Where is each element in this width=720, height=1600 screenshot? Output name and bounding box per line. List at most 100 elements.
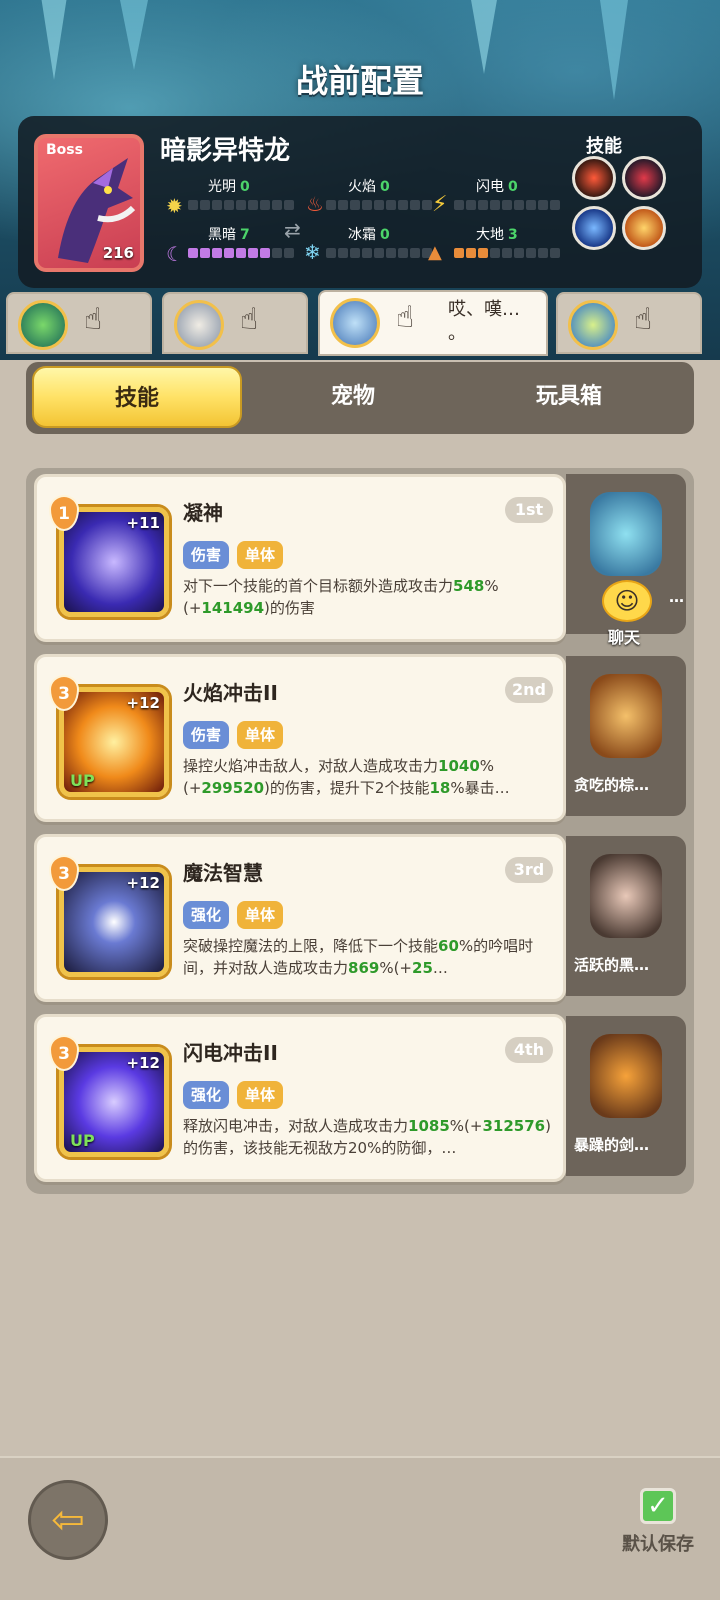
element-bar-segment — [538, 200, 548, 210]
pet-slot-3[interactable]: 活跃的黑… — [566, 836, 686, 996]
element-bar-segment — [386, 248, 396, 258]
main-tab-bar: 技能 宠物 玩具箱 — [26, 362, 694, 434]
element-lightning: 闪电 0 — [476, 179, 518, 195]
chat-icon[interactable]: ☺ — [602, 580, 652, 622]
boss-tag: Boss — [46, 142, 83, 158]
pet-name: 贪吃的棕… — [574, 776, 650, 794]
element-bar-segment — [248, 248, 258, 258]
default-save-checkbox[interactable]: ✓ — [640, 1488, 676, 1524]
pet-icon — [590, 854, 662, 938]
element-bar-segment — [188, 200, 198, 210]
element-bar-segment — [422, 200, 432, 210]
element-bar-segment — [490, 200, 500, 210]
element-lightning-bar — [454, 200, 560, 210]
fire-icon: ♨ — [306, 192, 324, 216]
boss-name: 暗影异特龙 — [160, 136, 291, 166]
skill-tag: 伤害 — [183, 541, 230, 569]
boss-info-panel: Boss 216 暗影异特龙 光明 0 ✹ 火焰 0 ♨ 闪电 0 ⚡ 黑暗 7 ☾ 冰… — [18, 116, 702, 288]
element-bar-segment — [338, 200, 348, 210]
element-bar-segment — [374, 200, 384, 210]
element-fire: 火焰 0 — [348, 179, 390, 195]
element-earth: 大地 3 — [476, 227, 518, 243]
element-bar-segment — [454, 200, 464, 210]
hero-tab-4[interactable]: ☝ — [556, 292, 702, 354]
skill-name: 火焰冲击II — [183, 681, 278, 705]
back-button[interactable]: ⇦ — [28, 1480, 108, 1560]
element-bar-segment — [350, 248, 360, 258]
tab-skills[interactable]: 技能 — [32, 366, 242, 428]
element-bar-segment — [550, 200, 560, 210]
bottom-bar — [0, 1456, 720, 1600]
tap-hand-icon: ☝ — [240, 302, 259, 337]
element-bar-segment — [236, 200, 246, 210]
pet-name: 活跃的黑… — [574, 956, 650, 974]
element-bar-segment — [212, 248, 222, 258]
element-bar-segment — [454, 248, 464, 258]
tap-hand-icon: ☝ — [396, 300, 415, 335]
hero-avatar — [174, 300, 224, 350]
bite-icon[interactable] — [572, 156, 616, 200]
skill-card[interactable]: +12 UP 3 火焰冲击II 2nd 伤害 单体 操控火焰冲击敌人，对敌人造成… — [34, 654, 566, 822]
skill-card[interactable]: +11 1 凝神 1st 伤害 单体 对下一个技能的首个目标额外造成攻击力548… — [34, 474, 566, 642]
chat-label[interactable]: 聊天 — [608, 624, 640, 648]
hero-tab-1[interactable]: ☝ — [6, 292, 152, 354]
skill-description: 对下一个技能的首个目标额外造成攻击力548%(+141494)的伤害 — [183, 577, 499, 617]
element-bar-segment — [272, 200, 282, 210]
skill-order: 2nd — [505, 677, 553, 703]
skill-level: +12 — [126, 694, 160, 712]
element-bar-segment — [550, 248, 560, 258]
element-bar-segment — [502, 248, 512, 258]
pet-name: 暴躁的剑… — [574, 1136, 650, 1154]
check-icon: ✓ — [647, 1491, 669, 1521]
element-bar-segment — [478, 200, 488, 210]
element-frost: 冰霜 0 — [348, 227, 390, 243]
element-bar-segment — [200, 200, 210, 210]
element-bar-segment — [398, 248, 408, 258]
tab-pets[interactable]: 宠物 — [248, 366, 458, 428]
page-title: 战前配置 — [295, 62, 424, 100]
hero-tab-3[interactable]: ☝ 哎、嘆… 。 — [318, 290, 548, 356]
element-bar-segment — [224, 248, 234, 258]
skill-order: 3rd — [505, 857, 553, 883]
skill-order: 1st — [505, 497, 553, 523]
element-light: 光明 0 — [208, 179, 250, 195]
lightning-icon: ⚡ — [432, 192, 448, 217]
default-save-label[interactable]: 默认保存 — [622, 1530, 694, 1556]
skill-tag: 伤害 — [183, 721, 230, 749]
hero-tab-2[interactable]: ☝ — [162, 292, 308, 354]
skill-card[interactable]: +12 UP 3 闪电冲击II 4th 强化 单体 释放闪电冲击，对敌人造成攻击… — [34, 1014, 566, 1182]
hero-avatar — [568, 300, 618, 350]
tab-toybox[interactable]: 玩具箱 — [464, 366, 674, 428]
skill-card[interactable]: +12 3 魔法智慧 3rd 强化 单体 突破操控魔法的上限，降低下一个技能60… — [34, 834, 566, 1002]
element-bar-segment — [538, 248, 548, 258]
boss-portrait[interactable]: Boss 216 — [34, 134, 144, 272]
element-bar-segment — [284, 200, 294, 210]
lightning-orb-icon[interactable] — [572, 206, 616, 250]
skill-order: 4th — [505, 1037, 553, 1063]
pet-icon — [590, 674, 662, 758]
element-bar-segment — [514, 200, 524, 210]
element-bar-segment — [188, 248, 198, 258]
element-bar-segment — [478, 248, 488, 258]
skill-tag: 强化 — [183, 901, 230, 929]
snowflake-icon: ❄ — [304, 240, 321, 264]
pet-slot-2[interactable]: 贪吃的棕… — [566, 656, 686, 816]
element-bar-segment — [410, 200, 420, 210]
skill-tag: 单体 — [237, 541, 284, 569]
skill-name: 魔法智慧 — [183, 861, 263, 885]
claw-icon[interactable] — [622, 206, 666, 250]
element-bar-segment — [466, 248, 476, 258]
skill-level: +11 — [126, 514, 160, 532]
element-earth-bar — [454, 248, 560, 258]
boss-skills-label: 技能 — [586, 136, 622, 157]
hero-speech: 哎、嘆… 。 — [448, 299, 520, 344]
pet-slot-4[interactable]: 暴躁的剑… — [566, 1016, 686, 1176]
hero-avatar — [330, 298, 380, 348]
skill-tag: 强化 — [183, 1081, 230, 1109]
element-dark-bar — [188, 248, 294, 258]
upgrade-badge: UP — [70, 1131, 95, 1150]
tap-hand-icon: ☝ — [634, 302, 653, 337]
element-bar-segment — [374, 248, 384, 258]
dragon-head-icon[interactable] — [622, 156, 666, 200]
back-arrow-icon: ⇦ — [51, 1497, 85, 1543]
